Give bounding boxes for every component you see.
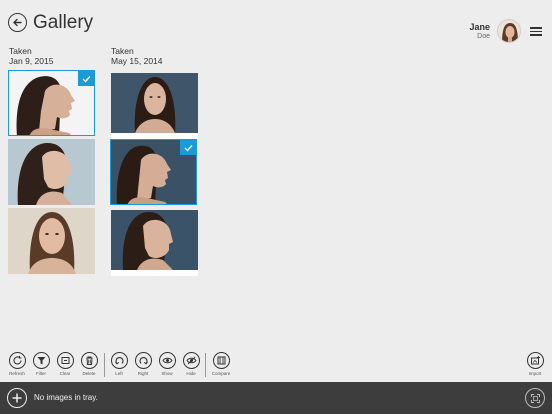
photo-thumbnail[interactable] [8, 139, 95, 205]
delete-button[interactable]: Delete [79, 352, 99, 376]
filter-button[interactable]: Filter [31, 352, 51, 376]
column-label: Taken [9, 46, 32, 56]
clear-icon [61, 357, 69, 364]
page-title: Gallery [33, 12, 94, 33]
rotate-right-icon [138, 357, 148, 365]
column-label: Taken [111, 46, 134, 56]
show-button[interactable]: Show [157, 352, 177, 376]
show-label: Show [161, 371, 173, 376]
checkmark-icon[interactable] [78, 71, 94, 86]
user-first-name: Jane [469, 22, 490, 32]
back-button[interactable] [8, 13, 27, 32]
clear-button[interactable]: Clear [55, 352, 75, 376]
photo-thumbnail[interactable] [111, 73, 198, 139]
photo-thumbnail[interactable] [8, 70, 95, 136]
checkmark-icon[interactable] [180, 140, 196, 155]
user-last-name: Doe [477, 33, 490, 40]
rotate-left-button[interactable]: Left [109, 352, 129, 376]
eye-icon [161, 357, 173, 364]
hide-label: Hide [186, 371, 196, 376]
column-may-2014: Taken May 15, 2014 [111, 46, 163, 66]
profile-photo [111, 210, 198, 270]
import-icon [530, 356, 540, 365]
eye-slash-icon [185, 356, 197, 365]
plus-icon [12, 393, 22, 403]
photo-thumbnail[interactable] [111, 210, 198, 276]
import-label: Import [528, 371, 542, 376]
hamburger-menu-icon[interactable] [530, 27, 542, 36]
refresh-icon [12, 356, 22, 365]
column-date: May 15, 2014 [111, 56, 163, 66]
rotate-left-icon [114, 357, 124, 365]
add-button[interactable] [7, 388, 27, 408]
delete-label: Delete [82, 371, 96, 376]
profile-photo [111, 73, 198, 133]
toolbar: Refresh Filter Clear Delete Left Right S… [0, 352, 552, 380]
column-date: Jan 9, 2015 [9, 56, 54, 66]
compare-label: Compare [211, 371, 231, 376]
toolbar-divider [104, 353, 105, 377]
rotate-right-button[interactable]: Right [133, 352, 153, 376]
photo-thumbnail[interactable] [8, 208, 95, 274]
compare-icon [217, 356, 225, 365]
column-jan-2015: Taken Jan 9, 2015 [9, 46, 53, 66]
expand-icon [530, 393, 540, 403]
toolbar-divider [205, 353, 206, 377]
filter-icon [37, 357, 45, 365]
arrow-left-icon [13, 18, 22, 27]
refresh-label: Refresh [9, 371, 25, 376]
expand-tray-button[interactable] [525, 388, 545, 408]
filter-label: Filter [36, 371, 46, 376]
right-label: Right [137, 371, 149, 376]
photo-thumbnail[interactable] [110, 139, 197, 205]
hide-button[interactable]: Hide [181, 352, 201, 376]
profile-photo [8, 139, 95, 205]
tray-status-text: No images in tray. [34, 393, 98, 402]
trash-icon [86, 356, 92, 365]
refresh-button[interactable]: Refresh [7, 352, 27, 376]
left-label: Left [115, 371, 123, 376]
clear-label: Clear [59, 371, 71, 376]
compare-button[interactable]: Compare [211, 352, 231, 376]
image-tray: No images in tray. [0, 382, 552, 414]
profile-photo [8, 208, 95, 274]
header: Gallery Jane Doe [0, 0, 552, 46]
import-button[interactable]: Import [525, 352, 545, 376]
avatar[interactable] [497, 19, 521, 43]
